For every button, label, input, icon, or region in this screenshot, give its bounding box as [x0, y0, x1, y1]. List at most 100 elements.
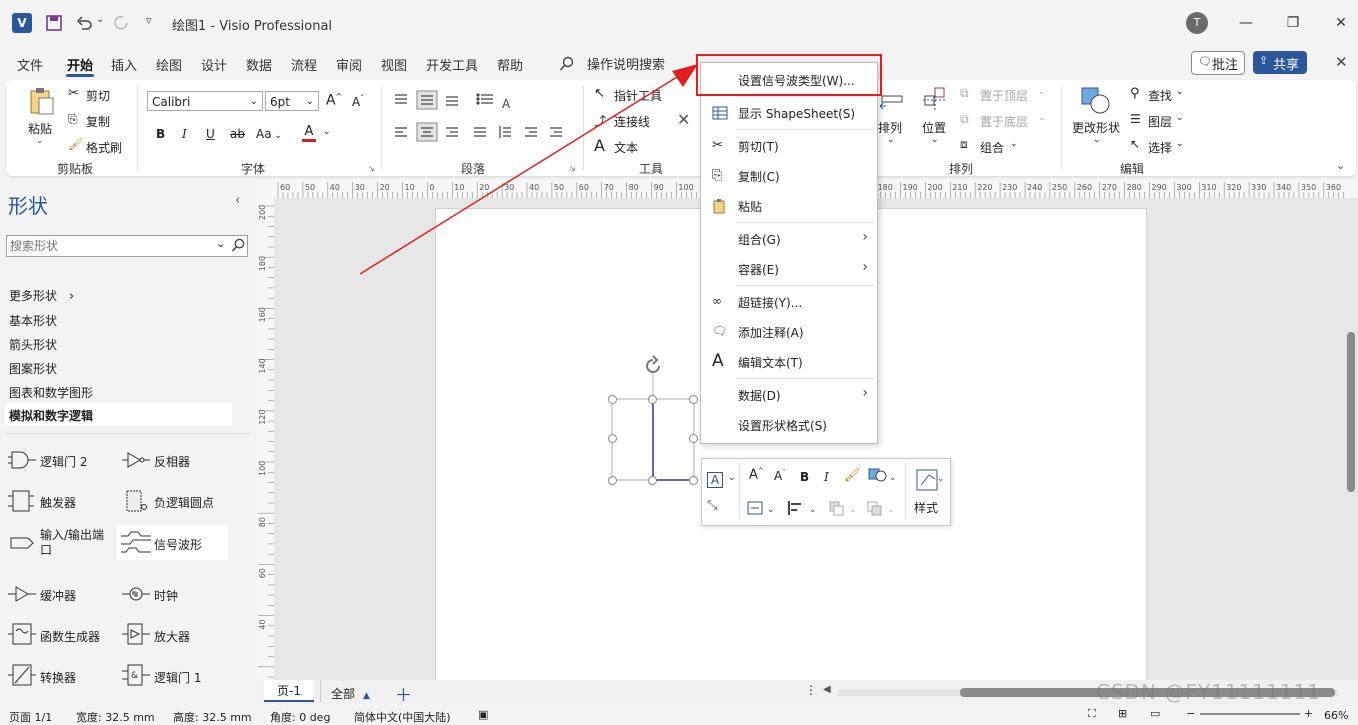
status-language[interactable]: 简体中文(中国大陆) [354, 709, 451, 725]
chevron-down-icon[interactable]: ⌄ [728, 473, 736, 483]
bold-button[interactable]: B [156, 127, 165, 141]
font-family-select[interactable]: Calibri ⌄ [147, 91, 263, 111]
resize-handle[interactable] [648, 395, 657, 404]
master-negation-dot[interactable]: 负逻辑圆点 [122, 487, 242, 513]
italic-button[interactable]: I [182, 127, 187, 141]
grow-font-icon[interactable]: A^ [749, 467, 764, 482]
restore-button[interactable]: ❐ [1284, 14, 1302, 32]
font-size-select[interactable]: 6pt ⌄ [265, 91, 319, 111]
chevron-down-icon[interactable]: ⌄ [216, 237, 225, 250]
menu-data[interactable]: 数据 [246, 55, 272, 74]
master-amplifier[interactable]: 放大器 [122, 621, 232, 647]
menu-home[interactable]: 开始 [67, 55, 93, 74]
menu-process[interactable]: 流程 [291, 55, 317, 74]
undo-dropdown-icon[interactable]: ⌄ [96, 14, 104, 25]
format-painter-button[interactable]: 格式刷 [86, 139, 122, 156]
change-case-button[interactable]: Aa ⌄ [256, 127, 282, 141]
stencil-analog-digital-logic[interactable]: 模拟和数字逻辑 [5, 403, 232, 426]
minimize-button[interactable]: — [1237, 14, 1255, 32]
font-color-button[interactable]: A [302, 124, 316, 142]
resize-handle[interactable] [608, 395, 617, 404]
zoom-slider[interactable] [1200, 713, 1300, 715]
paste-dropdown-icon[interactable]: ⌄ [36, 136, 44, 146]
master-converter[interactable]: 转换器 [8, 662, 118, 688]
paste-label[interactable]: 粘贴 [28, 120, 52, 137]
grow-font-icon[interactable]: A^ [326, 92, 342, 109]
save-icon[interactable] [45, 14, 63, 32]
ctx-show-shapesheet[interactable]: 显示 ShapeSheet(S) [700, 101, 876, 125]
stencil-basic-shapes[interactable]: 基本形状 [9, 312, 57, 329]
status-page[interactable]: 页面 1/1 [9, 709, 52, 725]
zoom-level[interactable]: 66% [1324, 709, 1348, 722]
search-icon[interactable] [231, 238, 246, 253]
ctx-data[interactable]: 数据(D) › [700, 383, 876, 407]
scroll-left-icon[interactable]: ◀ [823, 684, 831, 695]
zoom-in-icon[interactable]: + [1304, 707, 1313, 720]
position-dropdown-icon[interactable]: ⌄ [931, 135, 939, 145]
stencil-arrow-shapes[interactable]: 箭头形状 [9, 336, 57, 353]
more-options-icon[interactable]: ⋮ [805, 683, 817, 697]
ctx-group[interactable]: 组合(G) › [700, 227, 876, 251]
comments-button[interactable]: 🗨 批注 [1191, 51, 1245, 75]
fill-color-button[interactable]: ⌄ [868, 467, 896, 485]
font-color-dropdown-icon[interactable]: ⌄ [323, 127, 331, 137]
vertical-scrollbar-thumb[interactable] [1347, 332, 1355, 492]
master-logic-gate-2[interactable]: 逻辑门 2 [8, 447, 118, 473]
bring-to-front-button[interactable]: 置于顶层 [980, 87, 1028, 104]
undo-icon[interactable] [75, 14, 93, 32]
position-button[interactable]: 位置 [922, 119, 946, 136]
close-window-button[interactable]: ✕ [1332, 14, 1350, 32]
text-block-icon[interactable]: A [707, 472, 723, 488]
rotate-handle-icon[interactable] [642, 355, 664, 377]
connection-point-icon[interactable]: ⤡ [707, 498, 717, 513]
master-function-generator[interactable]: 函数生成器 [8, 621, 118, 647]
close-doc-icon[interactable]: ✕ [1335, 53, 1348, 71]
italic-button[interactable]: I [824, 470, 829, 484]
presentation-mode-icon[interactable]: ⛶ [1088, 707, 1096, 721]
find-button[interactable]: 查找 [1148, 87, 1172, 104]
strikethrough-button[interactable]: ab [230, 127, 245, 141]
menu-design[interactable]: 设计 [201, 55, 227, 74]
master-inverter[interactable]: 反相器 [122, 447, 232, 473]
underline-button[interactable]: U [206, 127, 215, 141]
ctx-cut[interactable]: ✂ 剪切(T) [700, 134, 876, 158]
bold-button[interactable]: B [800, 470, 809, 484]
stencil-charts-math[interactable]: 图表和数学图形 [9, 384, 93, 401]
customize-qat-icon[interactable]: ▿ [146, 14, 152, 27]
page-tab-1[interactable]: 页-1 [264, 680, 314, 702]
macro-record-icon[interactable]: ▣ [478, 708, 488, 721]
master-signal-waveform[interactable]: 信号波形 [117, 525, 228, 560]
send-to-back-button[interactable]: 置于底层 [980, 113, 1028, 130]
arrange-button[interactable]: 排列 [878, 119, 902, 136]
master-io-port[interactable]: 输入/输出端口 [8, 527, 118, 561]
switch-window-icon[interactable]: ▭ [1150, 707, 1160, 720]
send-backward-button[interactable]: ⌄ [866, 500, 898, 516]
resize-handle[interactable] [608, 476, 617, 485]
ctx-hyperlink[interactable]: ∞ 超链接(Y)... [700, 290, 876, 314]
master-clock[interactable]: 时钟 [122, 581, 232, 607]
bring-forward-button[interactable]: ⌄ [828, 500, 860, 516]
copy-button[interactable]: 复制 [86, 113, 110, 130]
menu-draw[interactable]: 绘图 [156, 55, 182, 74]
resize-handle[interactable] [648, 476, 657, 485]
master-flip-flop[interactable]: 触发器 [8, 487, 118, 513]
layers-button[interactable]: 图层 [1148, 113, 1172, 130]
search-shapes-input[interactable] [10, 237, 210, 255]
ctx-container[interactable]: 容器(E) › [700, 257, 876, 281]
resize-handle[interactable] [689, 434, 698, 443]
menu-file[interactable]: 文件 [17, 55, 43, 74]
menu-insert[interactable]: 插入 [111, 55, 137, 74]
stencil-pattern-shapes[interactable]: 图案形状 [9, 360, 57, 377]
resize-handle[interactable] [689, 395, 698, 404]
quick-styles-button[interactable]: ⌄ 样式 [913, 465, 947, 517]
avatar[interactable]: T [1186, 12, 1208, 34]
shrink-font-icon[interactable]: Aˇ [774, 469, 786, 483]
menu-review[interactable]: 审阅 [336, 55, 362, 74]
all-pages-button[interactable]: 全部 ▲ [331, 685, 370, 702]
add-page-button[interactable]: ＋ [395, 681, 412, 706]
change-shape-button[interactable]: 更改形状 [1072, 119, 1120, 136]
ctx-add-comment[interactable]: 🗨 添加注释(A) [700, 320, 876, 344]
cut-button[interactable]: 剪切 [86, 87, 110, 104]
master-logic-gate-1[interactable]: & 逻辑门 1 [122, 662, 232, 688]
redo-icon[interactable] [113, 14, 131, 32]
